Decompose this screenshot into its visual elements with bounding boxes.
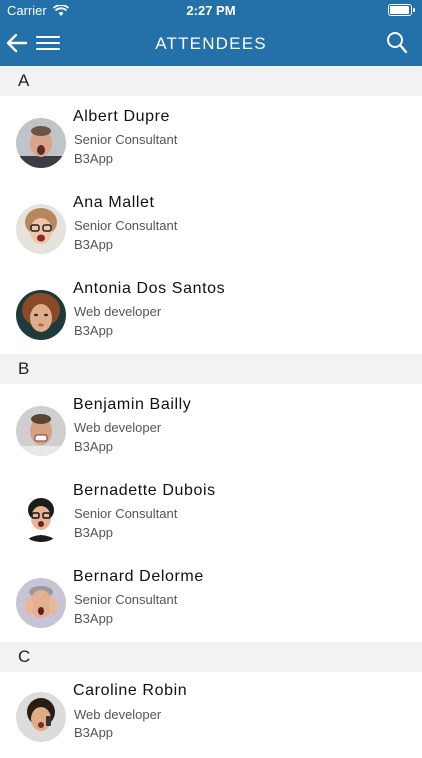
nav-bar: ATTENDEES [0,22,422,66]
attendee-name: Albert Dupre [73,108,171,125]
section-header-b: B [0,354,422,384]
avatar [16,118,66,168]
section-header-a: A [0,66,422,96]
attendee-row[interactable]: Albert Dupre Senior Consultant B3App [0,96,422,182]
avatar [16,692,66,742]
attendee-role: Senior Consultant [74,132,178,147]
attendee-role: Web developer [74,420,162,435]
attendee-row[interactable]: Benjamin Bailly Web developer B3App [0,384,422,470]
page-title: ATTENDEES [155,34,267,53]
battery-icon [388,4,415,16]
section-letter: B [18,359,30,378]
attendee-name: Antonia Dos Santos [73,280,226,297]
attendee-company: B3App [74,237,114,252]
section-header-c: C [0,642,422,672]
attendee-company: B3App [74,439,114,454]
search-button[interactable] [386,31,408,55]
attendee-role: Web developer [74,707,162,722]
section-letter: A [18,71,30,90]
attendee-row[interactable]: Antonia Dos Santos Web developer B3App [0,268,422,354]
status-time: 2:27 PM [186,3,236,18]
attendee-row[interactable]: Bernadette Dubois Senior Consultant B3Ap… [0,470,422,556]
attendee-name: Benjamin Bailly [73,396,192,413]
avatar [16,492,66,542]
attendee-role: Senior Consultant [74,592,178,607]
status-bar: Carrier 2:27 PM [0,0,422,22]
attendee-company: B3App [74,151,114,166]
attendee-row[interactable]: Ana Mallet Senior Consultant B3App [0,182,422,268]
attendee-name: Bernadette Dubois [73,482,216,499]
attendee-name: Ana Mallet [73,194,155,211]
attendee-company: B3App [74,725,114,740]
attendee-role: Senior Consultant [74,506,178,521]
attendee-row[interactable]: Bernard Delorme Senior Consultant B3App [0,556,422,642]
avatar [16,204,66,254]
section-letter: C [18,647,31,666]
attendee-company: B3App [74,525,114,540]
avatar [16,290,66,340]
attendee-role: Web developer [74,304,162,319]
attendee-role: Senior Consultant [74,218,178,233]
avatar [16,406,66,456]
attendee-name: Caroline Robin [73,682,188,699]
attendee-row[interactable]: Caroline Robin Web developer B3App [0,672,422,758]
attendee-company: B3App [74,323,114,338]
attendee-company: B3App [74,611,114,626]
app-header: Carrier 2:27 PM ATTENDEES [0,0,422,66]
avatar [16,578,66,628]
attendee-name: Bernard Delorme [73,568,204,585]
